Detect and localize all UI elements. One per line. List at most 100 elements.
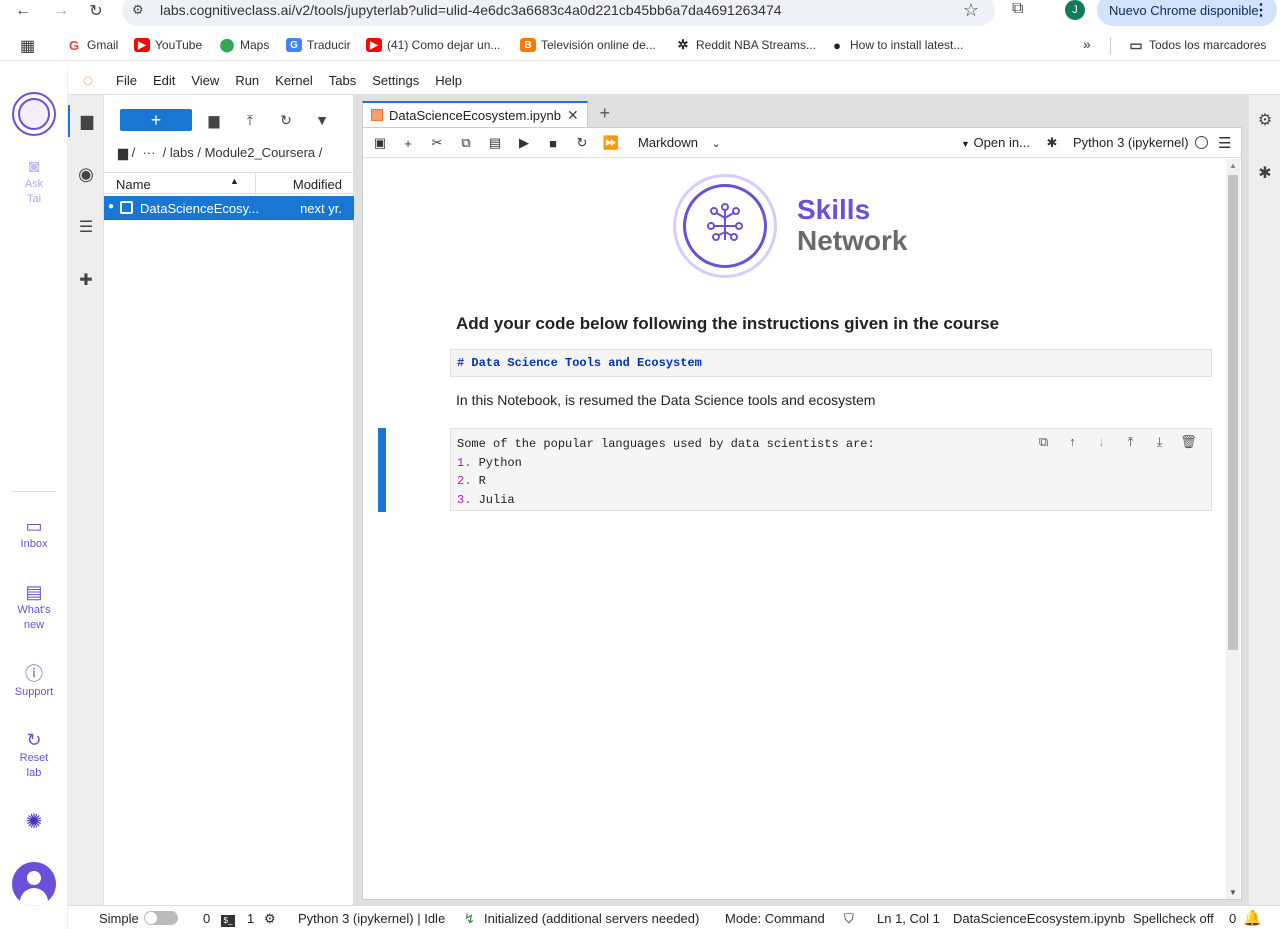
upload-button[interactable]: ⤒ (239, 110, 261, 130)
simple-mode-toggle[interactable] (144, 911, 178, 925)
notebook-tab[interactable]: DataScienceEcosystem.ipynb ✕ (362, 101, 588, 127)
property-inspector-tab[interactable]: ⚙ (1249, 105, 1280, 135)
open-in-dropdown[interactable]: ▼ Open in... (961, 135, 1030, 150)
back-icon[interactable]: ← (12, 0, 34, 22)
new-folder-button[interactable]: ▆ (203, 110, 225, 130)
reload-icon[interactable]: ↻ (85, 0, 107, 22)
save-button[interactable]: ▣ (369, 133, 391, 153)
extensions-tab[interactable]: ✚ (68, 264, 104, 296)
menu-icon[interactable]: ☰ (1218, 134, 1231, 152)
bookmark-reddit[interactable]: ✲ Reddit NBA Streams... (675, 37, 817, 52)
bookmark-github[interactable]: ● How to install latest... (829, 38, 963, 53)
scroll-down-icon[interactable]: ▼ (1229, 888, 1237, 897)
markdown-paragraph[interactable]: In this Notebook, is resumed the Data Sc… (456, 392, 875, 408)
insert-above-icon[interactable]: ⤒ (1116, 435, 1145, 451)
refresh-button[interactable]: ↻ (275, 110, 297, 130)
kernel-name-button[interactable]: Python 3 (ipykernel) (1073, 135, 1189, 150)
bookmark-youtube-video[interactable]: ▶ (41) Como dejar un... (366, 38, 500, 52)
profile-avatar[interactable]: J (1065, 0, 1085, 20)
ask-tai-button[interactable]: ◙ Ask Tai (0, 157, 68, 207)
whats-new-button[interactable]: ▤ What's new (0, 583, 68, 633)
delete-cell-icon[interactable]: 🗑 (1174, 435, 1203, 451)
bookmark-traducir[interactable]: G Traducir (286, 38, 351, 52)
scrollbar-thumb[interactable] (1228, 175, 1238, 650)
bell-icon[interactable]: 🔔 (1243, 909, 1262, 927)
new-launcher-button[interactable]: + (120, 109, 192, 131)
duplicate-cell-icon[interactable]: ⧉ (1029, 435, 1058, 451)
debugger-button[interactable]: ✱ (1041, 133, 1063, 153)
running-sessions-tab[interactable]: ◉ (68, 158, 104, 190)
inbox-button[interactable]: ▭ Inbox (0, 517, 68, 552)
chip-icon[interactable]: ⚙ (264, 911, 276, 927)
kernel-count[interactable]: 1 (247, 911, 254, 926)
copy-button[interactable]: ⧉ (455, 133, 477, 153)
menu-edit[interactable]: Edit (145, 73, 183, 88)
column-modified[interactable]: Modified (293, 177, 342, 192)
all-bookmarks[interactable]: ▭ Todos los marcadores (1128, 37, 1266, 53)
bookmark-television[interactable]: B Televisión online de... (520, 38, 656, 52)
run-button[interactable]: ▶ (513, 133, 535, 153)
user-avatar[interactable] (12, 862, 56, 906)
file-browser-tab[interactable]: ▆ (68, 105, 104, 137)
forward-icon[interactable]: → (50, 0, 72, 22)
lsp-status[interactable]: Initialized (additional servers needed) (484, 911, 699, 926)
move-down-icon[interactable]: ↓ (1087, 435, 1116, 451)
address-bar[interactable]: ⚙ labs.cognitiveclass.ai/v2/tools/jupyte… (122, 0, 995, 26)
apps-grid-icon[interactable]: ▦ (20, 36, 35, 56)
shield-icon[interactable]: ⛉ (844, 911, 854, 927)
file-row[interactable]: ● DataScienceEcosy... next yr. (104, 196, 354, 220)
column-divider[interactable] (255, 173, 256, 195)
interrupt-button[interactable]: ■ (542, 133, 564, 153)
column-name[interactable]: Name (116, 177, 151, 192)
notification-count[interactable]: 0 (1229, 911, 1236, 926)
active-cell-editor[interactable]: Some of the popular languages used by da… (450, 428, 1212, 511)
menu-help[interactable]: Help (427, 73, 470, 88)
reset-lab-button[interactable]: ↻ Reset lab (0, 731, 68, 781)
bookmark-star-icon[interactable]: ☆ (963, 0, 979, 21)
debugger-tab[interactable]: ✱ (1249, 158, 1280, 188)
more-bookmarks-icon[interactable]: » (1083, 36, 1091, 52)
notebook-scrollbar[interactable]: ▲ ▼ (1226, 159, 1240, 899)
menu-view[interactable]: View (183, 73, 227, 88)
lsp-icon[interactable]: ↯ (464, 911, 475, 927)
support-button[interactable]: ⓘ Support (0, 665, 68, 700)
cell-type-dropdown[interactable]: Markdown ⌄ (638, 135, 721, 150)
move-up-icon[interactable]: ↑ (1058, 435, 1087, 451)
site-settings-icon[interactable]: ⚙ (132, 2, 154, 18)
chrome-update-button[interactable]: Nuevo Chrome disponible ⋮ (1097, 0, 1277, 26)
cursor-position[interactable]: Ln 1, Col 1 (877, 911, 940, 926)
menu-kernel[interactable]: Kernel (267, 73, 321, 88)
bookmark-gmail[interactable]: G Gmail (66, 38, 118, 53)
new-tab-button[interactable]: + (592, 101, 618, 125)
spellcheck-status[interactable]: Spellcheck off (1133, 911, 1214, 926)
skills-network-logo[interactable] (12, 92, 56, 136)
restart-button[interactable]: ↻ (571, 133, 593, 153)
menu-file[interactable]: File (108, 73, 145, 88)
insert-cell-button[interactable]: + (397, 133, 419, 153)
scroll-up-icon[interactable]: ▲ (1229, 161, 1237, 170)
markdown-heading[interactable]: Add your code below following the instru… (456, 314, 999, 334)
theme-toggle-sun-icon[interactable]: ✺ (0, 812, 68, 832)
bookmark-maps[interactable]: ⬤ Maps (219, 37, 270, 52)
terminal-icon[interactable]: $_ (221, 912, 235, 927)
clipboard-icon: ▤ (488, 135, 502, 150)
markdown-source-cell[interactable]: # Data Science Tools and Ecosystem (450, 349, 1212, 377)
menu-settings[interactable]: Settings (364, 73, 427, 88)
cut-button[interactable]: ✂ (426, 133, 448, 153)
restart-run-all-button[interactable]: ⏩ (600, 133, 622, 153)
terminal-count[interactable]: 0 (203, 911, 210, 926)
menu-tabs[interactable]: Tabs (321, 73, 364, 88)
kernel-status[interactable]: Python 3 (ipykernel) | Idle (298, 911, 445, 926)
extensions-icon[interactable]: ⧉ (1012, 0, 1023, 18)
bookmark-youtube[interactable]: ▶ YouTube (134, 38, 202, 52)
table-of-contents-tab[interactable]: ☰ (68, 211, 104, 243)
breadcrumb[interactable]: ▆ / ··· / labs / Module2_Coursera / (118, 145, 322, 161)
close-icon[interactable]: ✕ (567, 107, 579, 124)
insert-below-icon[interactable]: ⤓ (1145, 435, 1174, 451)
menu-run[interactable]: Run (227, 73, 267, 88)
url-text[interactable]: labs.cognitiveclass.ai/v2/tools/jupyterl… (160, 2, 782, 18)
filter-button[interactable]: ▼ (311, 110, 333, 130)
paste-button[interactable]: ▤ (484, 133, 506, 153)
active-cell-indicator[interactable] (378, 428, 386, 512)
breadcrumb-path[interactable]: / ··· / labs / Module2_Coursera / (132, 145, 323, 160)
